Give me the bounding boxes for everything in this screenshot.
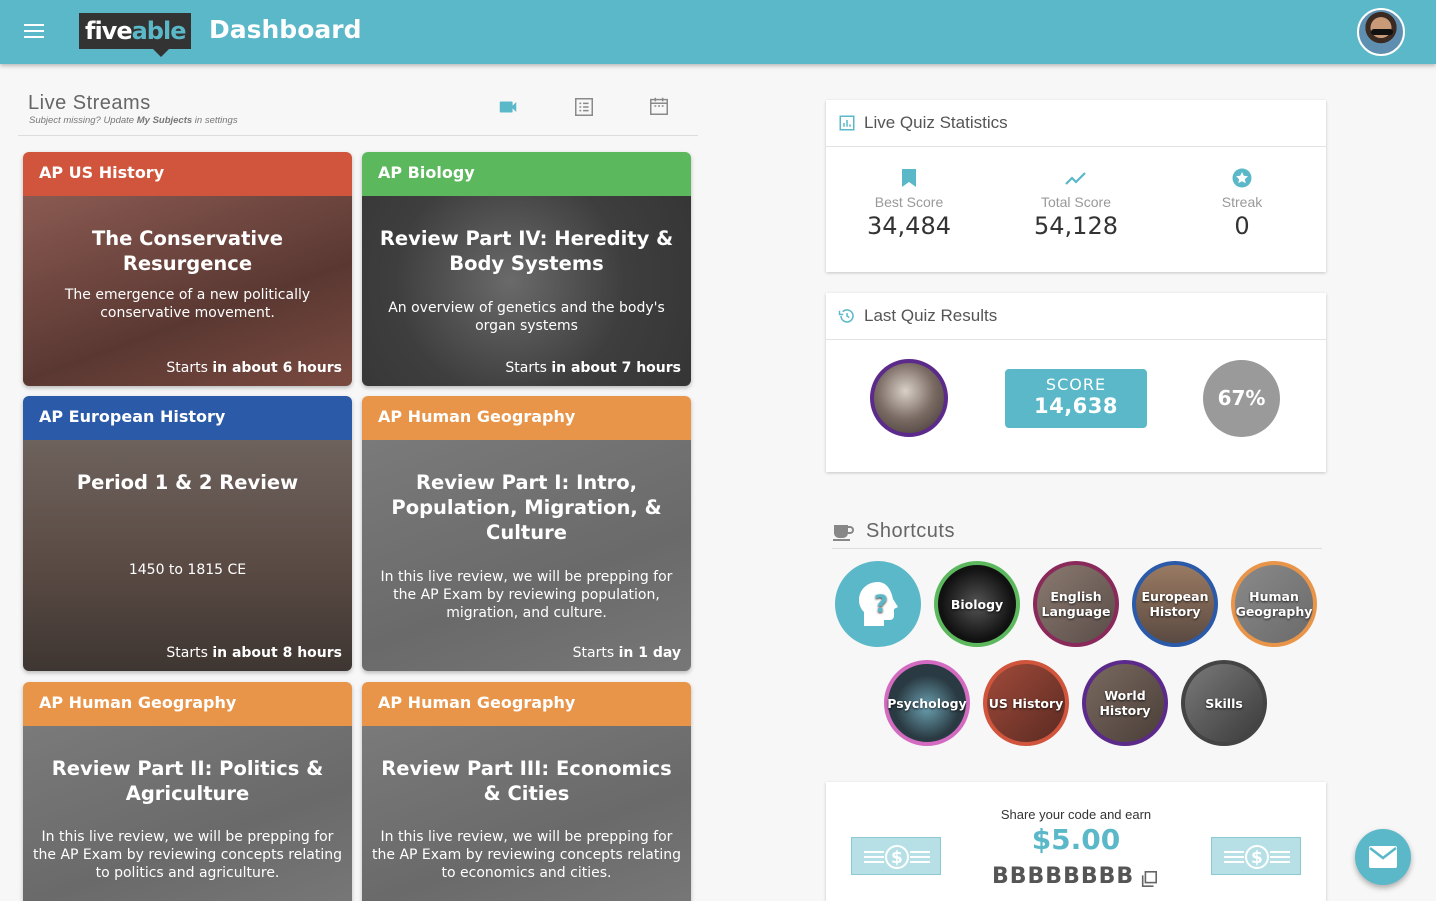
bar-chart-icon bbox=[839, 115, 855, 131]
total-score-stat: Total Score 54,128 bbox=[996, 168, 1156, 240]
help-quiz-shortcut[interactable]: ? bbox=[835, 561, 921, 647]
card-description: An overview of genetics and the body's o… bbox=[388, 300, 665, 334]
streak-stat: Streak 0 bbox=[1162, 168, 1322, 240]
card-body: Review Part I: Intro, Population, Migrat… bbox=[362, 440, 691, 671]
total-score-label: Total Score bbox=[1040, 194, 1112, 210]
card-subject: AP European History bbox=[23, 396, 352, 440]
us-history-shortcut[interactable]: US History bbox=[983, 660, 1069, 746]
stream-card-biology[interactable]: AP Biology Review Part IV: Heredity & Bo… bbox=[362, 152, 691, 386]
shortcuts-title: Shortcuts bbox=[866, 520, 955, 542]
panel-title: Live Quiz Statistics bbox=[864, 113, 1008, 132]
card-subject: AP Biology bbox=[362, 152, 691, 196]
card-description: In this live review, we will be prepping… bbox=[380, 569, 673, 621]
stream-card-human-geography-2[interactable]: AP Human Geography Review Part II: Polit… bbox=[23, 682, 352, 901]
card-description: 1450 to 1815 CE bbox=[128, 562, 247, 578]
trending-up-icon bbox=[1065, 172, 1086, 185]
head-question-icon: ? bbox=[859, 582, 898, 626]
best-score-label: Best Score bbox=[874, 194, 944, 210]
my-subjects-link[interactable]: My Subjects bbox=[137, 115, 192, 126]
fiveable-logo[interactable]: fiveable bbox=[79, 13, 192, 57]
card-body: The Conservative Resurgence The emergenc… bbox=[23, 196, 352, 386]
score-box: SCORE 14,638 bbox=[1005, 369, 1147, 428]
referral-amount: $5.00 bbox=[1031, 823, 1121, 856]
card-description: In this live review, we will be prepping… bbox=[372, 829, 681, 881]
card-subject: AP Human Geography bbox=[23, 682, 352, 726]
panel-header: Live Quiz Statistics bbox=[826, 100, 1326, 147]
card-start-time: Starts in about 7 hours bbox=[505, 360, 681, 376]
referral-panel: $ $ Share your code and earn $5.00 BBBBB… bbox=[826, 782, 1326, 901]
hamburger-menu-icon[interactable] bbox=[24, 24, 44, 40]
score-value: 14,638 bbox=[1033, 394, 1119, 418]
page-title: Dashboard bbox=[209, 15, 362, 44]
live-streams-title: Live Streams bbox=[28, 92, 151, 114]
svg-text:?: ? bbox=[874, 590, 888, 618]
coffee-cup-icon bbox=[833, 524, 854, 541]
european-history-shortcut[interactable]: European History bbox=[1132, 561, 1218, 647]
card-title: Review Part III: Economics & Cities bbox=[381, 757, 672, 805]
human-geography-shortcut[interactable]: Human Geography bbox=[1231, 561, 1317, 647]
app-bar: fiveable Dashboard bbox=[0, 0, 1436, 64]
last-quiz-results-panel: Last Quiz Results SCORE 14,638 67% bbox=[826, 293, 1326, 472]
card-description: The emergence of a new politically conse… bbox=[64, 287, 311, 321]
card-start-time: Starts in about 8 hours bbox=[166, 645, 342, 661]
card-subject: AP Human Geography bbox=[362, 682, 691, 726]
score-label: SCORE bbox=[1045, 375, 1107, 394]
biology-shortcut[interactable]: Biology bbox=[934, 561, 1020, 647]
referral-text: Share your code and earn bbox=[1000, 807, 1152, 822]
logo-text-able: able bbox=[131, 17, 187, 45]
history-icon bbox=[838, 309, 854, 323]
card-title: Review Part IV: Heredity & Body Systems bbox=[379, 227, 674, 275]
best-score-value: 34,484 bbox=[867, 212, 951, 240]
world-history-shortcut[interactable]: World History bbox=[1082, 660, 1168, 746]
shortcuts-header: Shortcuts bbox=[832, 520, 955, 543]
card-subject: AP Human Geography bbox=[362, 396, 691, 440]
card-body: Period 1 & 2 Review 1450 to 1815 CE Star… bbox=[23, 440, 352, 671]
card-start-time: Starts in about 6 hours bbox=[166, 360, 342, 376]
star-circle-icon bbox=[1232, 168, 1252, 188]
streak-value: 0 bbox=[1234, 212, 1250, 240]
card-description: In this live review, we will be prepping… bbox=[33, 829, 342, 881]
stream-card-european-history[interactable]: AP European History Period 1 & 2 Review … bbox=[23, 396, 352, 671]
logo-text-five: five bbox=[85, 17, 133, 45]
card-title: Review Part II: Politics & Agriculture bbox=[51, 757, 324, 805]
total-score-value: 54,128 bbox=[1034, 212, 1118, 240]
stream-card-us-history[interactable]: AP US History The Conservative Resurgenc… bbox=[23, 152, 352, 386]
copy-icon[interactable] bbox=[1140, 870, 1158, 888]
message-fab-button[interactable] bbox=[1355, 829, 1411, 885]
percent-correct-circle: 67% bbox=[1203, 360, 1280, 437]
user-avatar[interactable] bbox=[1357, 8, 1405, 56]
panel-header: Last Quiz Results bbox=[826, 293, 1326, 340]
live-quiz-statistics-panel: Live Quiz Statistics Best Score 34,484 T… bbox=[826, 100, 1326, 272]
streak-label: Streak bbox=[1221, 194, 1263, 210]
card-title: Review Part I: Intro, Population, Migrat… bbox=[391, 471, 662, 544]
shortcuts-divider bbox=[832, 548, 1322, 549]
stream-card-human-geography-1[interactable]: AP Human Geography Review Part I: Intro,… bbox=[362, 396, 691, 671]
video-camera-icon[interactable] bbox=[497, 96, 519, 118]
panel-title: Last Quiz Results bbox=[864, 306, 998, 325]
english-language-shortcut[interactable]: English Language bbox=[1033, 561, 1119, 647]
card-body: Review Part III: Economics & Cities In t… bbox=[362, 726, 691, 901]
card-subject: AP US History bbox=[23, 152, 352, 196]
card-start-time: Starts in 1 day bbox=[572, 645, 681, 661]
stream-card-human-geography-3[interactable]: AP Human Geography Review Part III: Econ… bbox=[362, 682, 691, 901]
best-score-stat: Best Score 34,484 bbox=[829, 168, 989, 240]
card-body: Review Part IV: Heredity & Body Systems … bbox=[362, 196, 691, 386]
mail-icon bbox=[1369, 846, 1397, 868]
live-streams-divider bbox=[18, 135, 698, 136]
calendar-icon[interactable] bbox=[648, 95, 670, 117]
card-title: The Conservative Resurgence bbox=[91, 227, 284, 275]
skills-shortcut[interactable]: Skills bbox=[1181, 660, 1267, 746]
referral-code: BBBBBBBB bbox=[992, 864, 1135, 889]
psychology-shortcut[interactable]: Psychology bbox=[884, 660, 970, 746]
quiz-subject-thumbnail[interactable] bbox=[870, 359, 948, 437]
card-title: Period 1 & 2 Review bbox=[76, 471, 299, 494]
bookmark-icon bbox=[902, 169, 916, 187]
live-streams-subtitle: Subject missing? Update My Subjects in s… bbox=[29, 115, 238, 126]
card-body: Review Part II: Politics & Agriculture I… bbox=[23, 726, 352, 901]
list-icon[interactable] bbox=[573, 96, 595, 118]
